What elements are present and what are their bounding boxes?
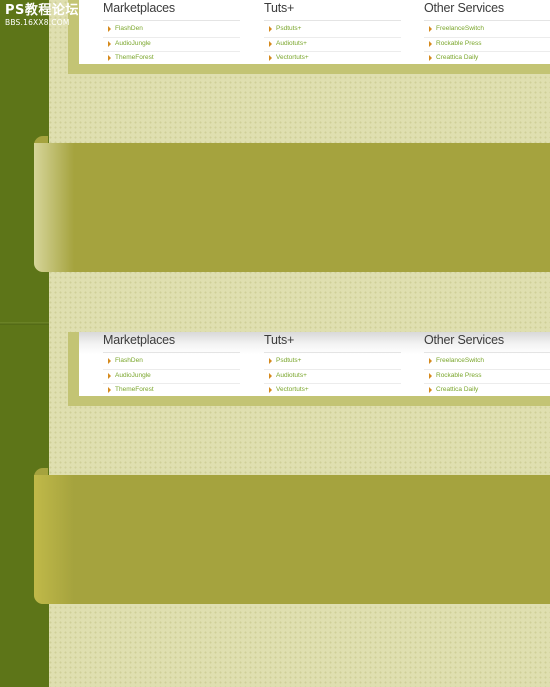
link-label: Vectortuts+: [276, 386, 309, 393]
footer-section-1: Marketplaces FlashDen AudioJungle ThemeF…: [0, 0, 550, 332]
link-label: Audiotuts+: [276, 39, 307, 47]
watermark-url: BBS.16XX8.COM: [5, 18, 70, 27]
footer-link[interactable]: Creattica Daily: [424, 52, 550, 66]
link-label: FreelanceSwitch: [436, 25, 485, 32]
arrow-icon: [429, 358, 432, 364]
footer-link[interactable]: Rockable Press: [424, 370, 550, 384]
column-title: Other Services: [424, 1, 504, 15]
olive-banner: [34, 143, 550, 272]
footer-links-panel: Marketplaces FlashDen AudioJungle ThemeF…: [79, 0, 550, 64]
footer-link[interactable]: FreelanceSwitch: [424, 23, 550, 38]
footer-link[interactable]: Audiotuts+: [264, 370, 401, 384]
column-title: Tuts+: [264, 1, 295, 15]
footer-link[interactable]: Vectortuts+: [264, 52, 401, 66]
divider: [264, 20, 401, 21]
arrow-icon: [429, 372, 432, 379]
footer-links-panel: Marketplaces FlashDen AudioJungle ThemeF…: [79, 332, 550, 396]
link-label: Creattica Daily: [436, 54, 479, 61]
divider: [103, 352, 240, 353]
arrow-icon: [108, 387, 111, 393]
link-label: Psdtuts+: [276, 357, 302, 364]
arrow-icon: [269, 40, 272, 47]
link-label: FlashDen: [115, 357, 143, 364]
link-label: AudioJungle: [115, 39, 151, 47]
column-title: Marketplaces: [103, 333, 175, 347]
footer-link[interactable]: Psdtuts+: [264, 23, 401, 38]
footer-link[interactable]: FreelanceSwitch: [424, 355, 550, 370]
arrow-icon: [429, 55, 432, 61]
arrow-icon: [269, 387, 272, 393]
arrow-icon: [269, 26, 272, 32]
column-title: Tuts+: [264, 333, 295, 347]
footer-link[interactable]: Creattica Daily: [424, 384, 550, 398]
footer-link[interactable]: Rockable Press: [424, 38, 550, 52]
arrow-icon: [108, 358, 111, 364]
footer-link[interactable]: ThemeForest: [103, 384, 240, 398]
footer-link[interactable]: AudioJungle: [103, 370, 240, 384]
divider: [424, 352, 550, 353]
site-watermark: PS教程论坛 BBS.16XX8.COM: [5, 3, 79, 28]
footer-link[interactable]: ThemeForest: [103, 52, 240, 66]
watermark-title: PS教程论坛: [5, 3, 79, 18]
divider: [264, 352, 401, 353]
footer-link[interactable]: FlashDen: [103, 23, 240, 38]
link-label: ThemeForest: [115, 54, 154, 61]
link-label: Psdtuts+: [276, 25, 302, 32]
footer-link[interactable]: FlashDen: [103, 355, 240, 370]
link-label: Rockable Press: [436, 39, 482, 47]
link-label: FlashDen: [115, 25, 143, 32]
link-label: Vectortuts+: [276, 54, 309, 61]
column-title: Other Services: [424, 333, 504, 347]
column-title: Marketplaces: [103, 1, 175, 15]
footer-section-2: Marketplaces FlashDen AudioJungle ThemeF…: [0, 332, 550, 664]
footer-link[interactable]: AudioJungle: [103, 38, 240, 52]
arrow-icon: [108, 372, 111, 379]
arrow-icon: [429, 40, 432, 47]
arrow-icon: [108, 55, 111, 61]
arrow-icon: [269, 372, 272, 379]
link-label: Audiotuts+: [276, 371, 307, 379]
arrow-icon: [269, 358, 272, 364]
link-label: AudioJungle: [115, 371, 151, 379]
footer-link[interactable]: Psdtuts+: [264, 355, 401, 370]
link-label: Rockable Press: [436, 371, 482, 379]
link-label: FreelanceSwitch: [436, 357, 485, 364]
divider: [103, 20, 240, 21]
arrow-icon: [269, 55, 272, 61]
arrow-icon: [108, 26, 111, 32]
olive-banner: [34, 475, 550, 604]
footer-link[interactable]: Audiotuts+: [264, 38, 401, 52]
link-label: Creattica Daily: [436, 386, 479, 393]
divider: [424, 20, 550, 21]
footer-link[interactable]: Vectortuts+: [264, 384, 401, 398]
arrow-icon: [429, 387, 432, 393]
link-label: ThemeForest: [115, 386, 154, 393]
arrow-icon: [429, 26, 432, 32]
arrow-icon: [108, 40, 111, 47]
